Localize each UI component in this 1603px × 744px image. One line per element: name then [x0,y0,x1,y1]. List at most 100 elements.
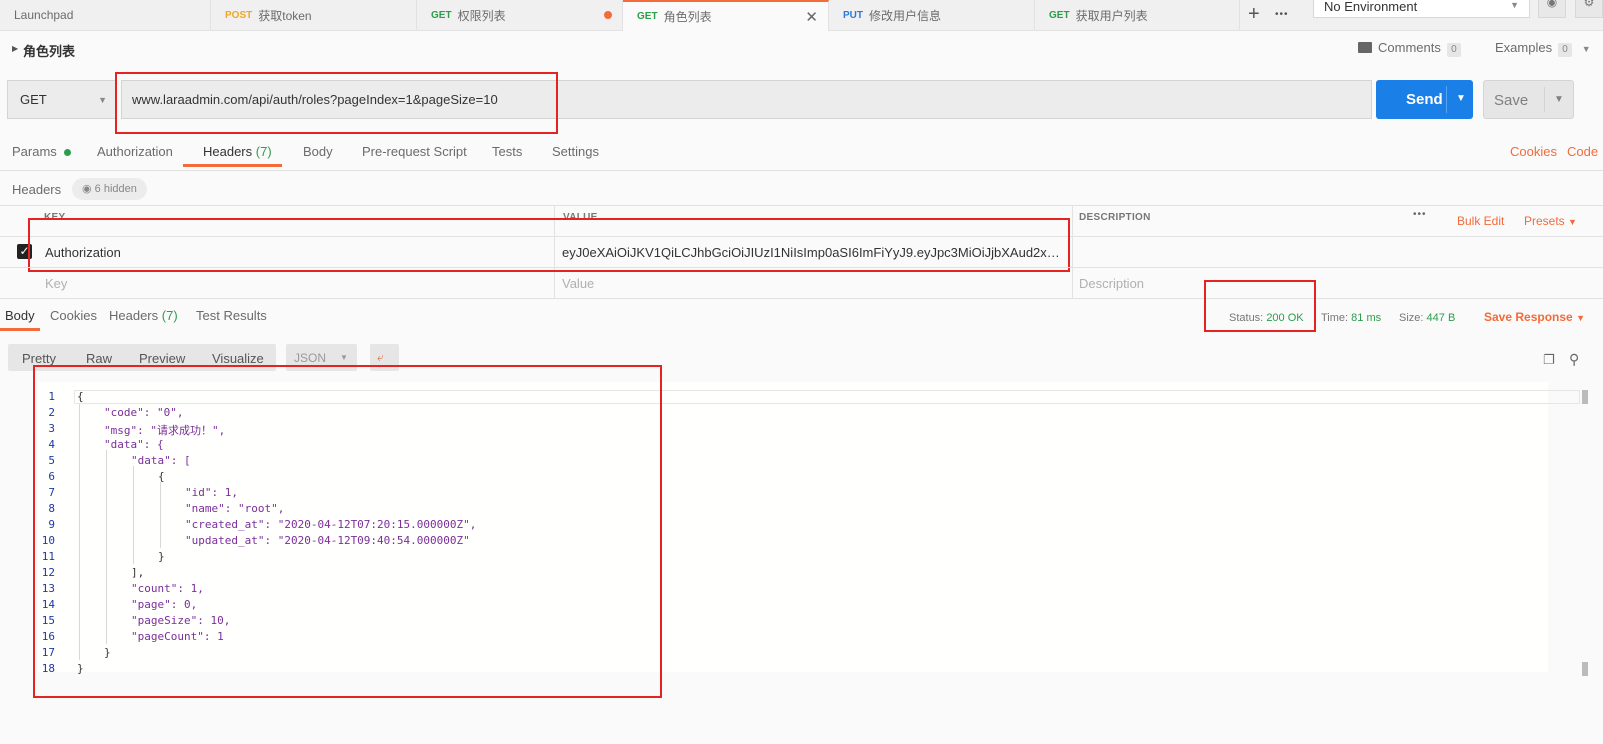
format-visualize[interactable]: Visualize [212,351,264,366]
tab-body[interactable]: Body [303,144,333,159]
comments-button[interactable]: Comments 0 [1358,40,1461,57]
divider [0,170,1603,171]
save-label: Save [1494,92,1529,109]
save-button[interactable]: Save ▼ [1483,80,1574,119]
copy-icon[interactable]: ❐ [1543,352,1555,368]
params-label: Params [12,144,57,159]
tab-tests[interactable]: Tests [492,144,522,159]
chevron-down-icon[interactable]: ▼ [1554,94,1564,105]
chevron-down-icon: ▼ [1568,217,1577,227]
format-raw[interactable]: Raw [86,351,112,366]
chevron-down-icon: ▼ [1576,313,1585,323]
headers-label: Headers [109,308,159,323]
headers-count: (7) [255,144,272,159]
new-key-placeholder[interactable]: Key [45,276,67,291]
method-badge: GET [431,9,452,21]
tab-settings[interactable]: Settings [552,144,599,159]
tab-authorization[interactable]: Authorization [97,144,173,159]
format-preview[interactable]: Preview [139,351,185,366]
method-badge: GET [637,11,658,22]
headers-count: (7) [161,308,178,323]
caret-right-icon[interactable]: ▶ [12,44,18,53]
bulk-edit-link[interactable]: Bulk Edit [1457,214,1504,228]
comments-count: 0 [1446,43,1461,57]
new-value-placeholder[interactable]: Value [562,276,594,291]
tab-get-token[interactable]: POST 获取token [211,0,417,30]
tab-label: Launchpad [14,8,74,22]
method-select[interactable]: GET ▼ [7,80,116,119]
highlight-url-box [115,72,558,134]
eye-icon[interactable]: ◉ [1538,0,1566,18]
scrollbar-thumb[interactable] [1582,390,1588,404]
more-options-icon[interactable]: ••• [1413,209,1427,220]
new-description-placeholder[interactable]: Description [1079,276,1144,291]
chevron-down-icon[interactable]: ▼ [1456,93,1466,104]
comment-icon [1358,42,1372,53]
save-response-dropdown[interactable]: Save Response ▼ [1484,310,1585,324]
code-link[interactable]: Code [1567,144,1598,159]
column-description: DESCRIPTION [1079,212,1151,223]
tab-params[interactable]: Params [12,144,72,159]
active-tab-indicator [183,164,282,167]
tab-permission-list[interactable]: GET 权限列表 [417,0,623,30]
close-icon[interactable]: ✕ [805,8,818,26]
comments-label: Comments [1378,40,1441,55]
examples-count: 0 [1558,43,1573,57]
divider [1544,87,1545,112]
tab-headers[interactable]: Headers (7) [203,144,272,159]
request-title[interactable]: 角色列表 [23,41,75,60]
format-pretty[interactable]: Pretty [22,351,56,366]
tab-label: 权限列表 [457,8,506,23]
highlight-status-box [1204,280,1316,332]
presets-label: Presets [1524,214,1565,228]
response-tab-headers[interactable]: Headers (7) [109,308,178,323]
unsaved-dot-icon [604,11,612,19]
environment-label: No Environment [1324,0,1418,14]
highlight-header-box [28,218,1070,272]
hidden-headers-toggle[interactable]: ◉ 6 hidden [72,178,147,200]
response-tab-test-results[interactable]: Test Results [196,308,267,323]
time-value: 81 ms [1351,312,1382,324]
content-type-label: JSON [294,351,327,365]
tab-label: 角色列表 [663,10,712,24]
examples-label: Examples [1495,40,1553,55]
presets-dropdown[interactable]: Presets ▼ [1524,214,1577,228]
response-tab-body[interactable]: Body [5,308,35,323]
active-tab-indicator [0,328,40,331]
scrollbar-thumb[interactable] [1582,662,1588,676]
size-value: 447 B [1426,312,1456,324]
tab-edit-user[interactable]: PUT 修改用户信息 [829,0,1035,30]
highlight-response-box [33,365,662,698]
eye-icon: ◉ [82,183,92,195]
headers-label: Headers [203,144,253,159]
method-badge: GET [1049,9,1070,21]
chevron-down-icon: ▼ [340,353,348,362]
time-label: Time: [1321,312,1349,324]
tab-label: 获取用户列表 [1075,8,1148,23]
headers-section-title: Headers [12,182,62,197]
environment-select[interactable]: No Environment ▼ [1313,0,1530,18]
search-icon[interactable]: ⚲ [1569,351,1579,368]
more-tabs-icon[interactable]: ••• [1275,9,1289,20]
examples-button[interactable]: Examples 0 ▼ [1495,40,1591,57]
chevron-down-icon: ▼ [1510,0,1519,10]
new-tab-plus-icon[interactable]: + [1248,3,1260,26]
send-button[interactable]: Send ▼ [1376,80,1473,119]
response-tab-cookies[interactable]: Cookies [50,308,97,323]
method-badge: POST [225,9,253,21]
tab-label: 修改用户信息 [869,8,942,23]
save-response-label: Save Response [1484,310,1573,324]
tab-user-list[interactable]: GET 获取用户列表 [1035,0,1240,30]
tab-role-list[interactable]: GET 角色列表 ✕ [623,0,829,31]
tab-launchpad[interactable]: Launchpad [0,0,211,30]
tab-pre-request-script[interactable]: Pre-request Script [362,144,467,159]
tab-label: 获取token [258,8,312,23]
response-size: Size: 447 B [1399,312,1455,324]
cookies-link[interactable]: Cookies [1510,144,1557,159]
divider [1446,86,1447,113]
hidden-headers-label: 6 hidden [94,183,137,195]
gear-icon[interactable]: ⚙ [1575,0,1603,18]
chevron-down-icon: ▼ [98,95,107,105]
row-divider [0,267,1603,268]
response-time: Time: 81 ms [1321,312,1381,324]
